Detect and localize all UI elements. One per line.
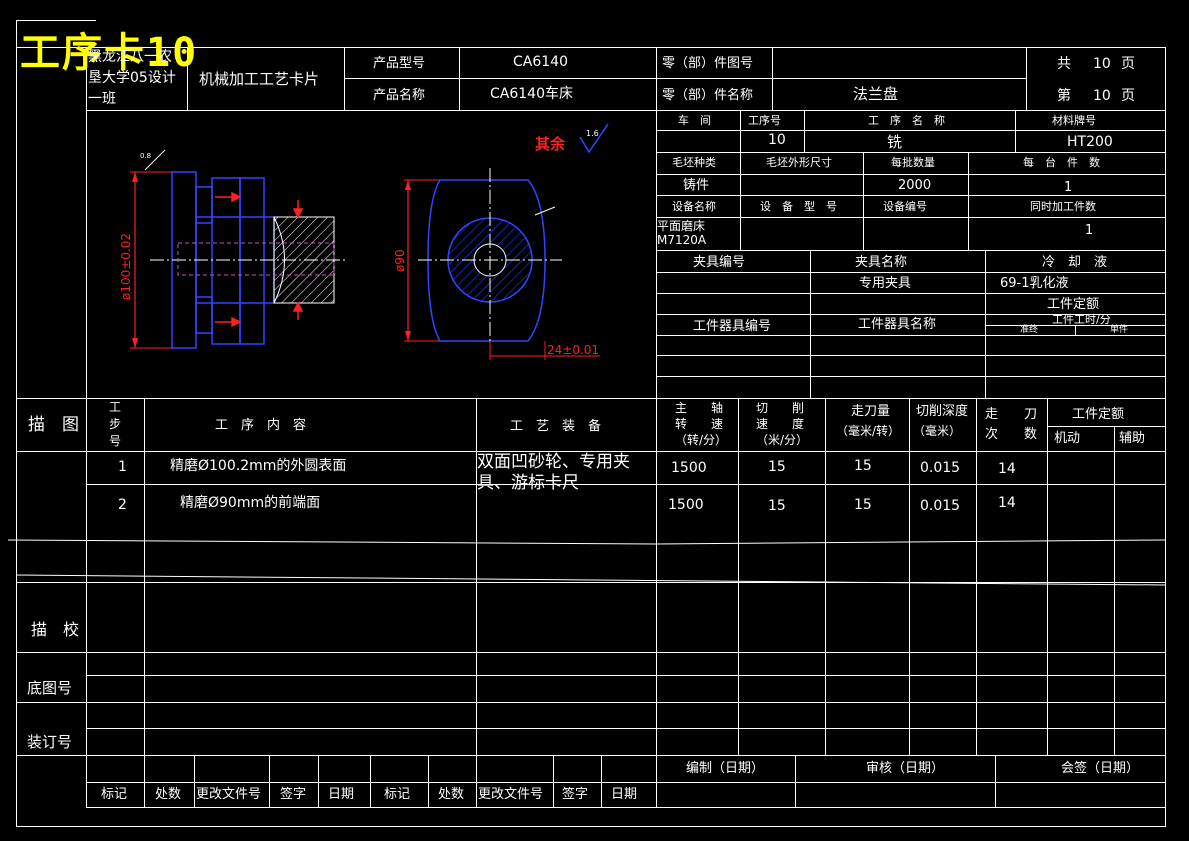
change-doc-label: 更改文件号	[196, 787, 262, 802]
step-no: 1	[118, 459, 127, 475]
step-speed: 15	[768, 498, 786, 514]
step-speed: 15	[768, 459, 786, 475]
step-spindle: 1500	[671, 460, 707, 476]
spindle-label-3: （转/分）	[675, 433, 728, 447]
depth-label-2: （毫米）	[913, 424, 962, 438]
mark-label-2: 标记	[384, 787, 411, 802]
step-feed: 15	[854, 458, 872, 474]
depth-label-1: 切削深度	[916, 404, 969, 419]
equipment-text-2: 具、游标卡尺	[477, 473, 579, 493]
spindle-label-2: 转 速	[675, 417, 724, 431]
step-no: 2	[118, 497, 127, 513]
binding-label: 装订号	[27, 733, 73, 751]
change-doc-label-2: 更改文件号	[478, 787, 544, 802]
spindle-label-1: 主 轴	[675, 401, 724, 415]
dim-dia100: ø100±0.02	[119, 232, 133, 300]
small-mark: 0.8	[140, 152, 152, 160]
quota-label: 工件定额	[1072, 407, 1125, 422]
countersign-label: 会签（日期）	[1061, 761, 1140, 776]
passes-label-1: 走 刀	[985, 407, 1038, 422]
check-label: 描 校	[31, 620, 80, 639]
feed-label-1: 走刀量	[851, 404, 891, 419]
step-no-label-3: 号	[109, 434, 122, 448]
review-label: 审核（日期）	[866, 761, 945, 776]
roughness-value: 1.6	[586, 129, 599, 138]
signature-label-2: 签字	[562, 787, 589, 802]
equipment-text-1: 双面凹砂轮、专用夹	[477, 452, 630, 472]
step-content: 精磨Ø90mm的前端面	[180, 495, 321, 511]
aux-time-label: 辅助	[1119, 431, 1146, 446]
step-no-label-2: 步	[109, 417, 122, 431]
content-label: 工 序 内 容	[215, 418, 307, 433]
step-passes: 14	[998, 495, 1016, 511]
signature-label: 签字	[280, 787, 307, 802]
flange-front-view	[418, 168, 562, 352]
step-depth: 0.015	[920, 460, 961, 476]
step-depth: 0.015	[920, 498, 961, 514]
surface-note: 其余	[535, 135, 566, 153]
equipment-label: 工 艺 装 备	[510, 419, 602, 434]
step-passes: 14	[998, 461, 1016, 477]
compile-label: 编制（日期）	[686, 761, 765, 776]
speed-label-2: 速 度	[756, 417, 805, 431]
mark-label: 标记	[101, 787, 128, 802]
count-label-2: 处数	[438, 787, 465, 802]
sketch-label: 描 图	[28, 415, 79, 435]
speed-label-3: （米/分）	[756, 433, 809, 447]
feed-label-2: （毫米/转）	[836, 424, 901, 438]
step-content: 精磨Ø100.2mm的外圆表面	[170, 458, 347, 474]
date-label-2: 日期	[611, 787, 638, 802]
step-feed: 15	[854, 497, 872, 513]
speed-label-1: 切 削	[756, 401, 805, 415]
step-spindle: 1500	[668, 497, 704, 513]
dim-24: 24±0.01	[547, 343, 600, 357]
count-label: 处数	[155, 787, 182, 802]
date-label: 日期	[328, 787, 355, 802]
machine-time-label: 机动	[1054, 431, 1081, 446]
step-no-label-1: 工	[109, 400, 122, 414]
dim-dia90: ø90	[393, 249, 407, 272]
passes-label-2: 次 数	[985, 427, 1038, 442]
base-drawing-label: 底图号	[27, 679, 73, 697]
